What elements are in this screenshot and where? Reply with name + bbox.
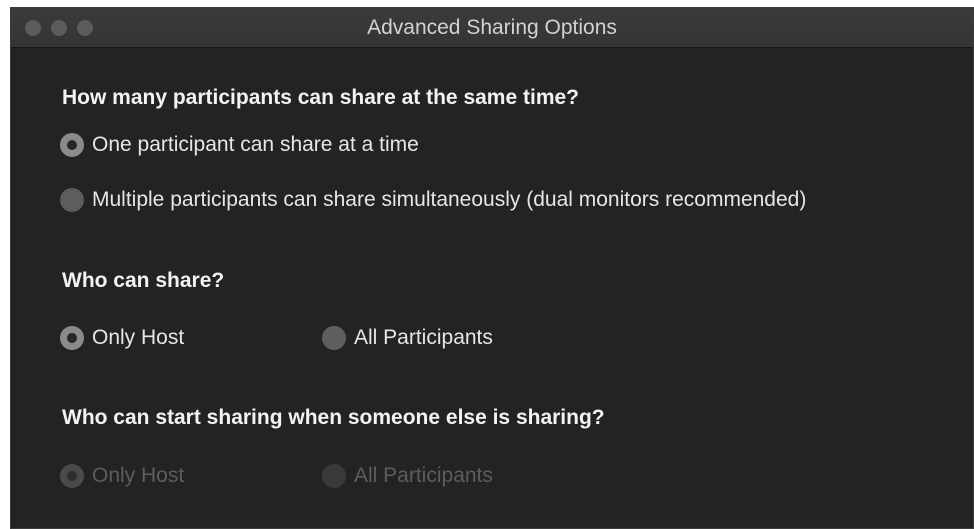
radio-button-selected-disabled [60,464,84,488]
radio-button-unselected[interactable] [322,326,346,350]
radio-button-selected[interactable] [60,133,84,157]
radio-option-multiple-participants[interactable]: Multiple participants can share simultan… [60,188,806,212]
radio-label: Multiple participants can share simultan… [92,188,807,211]
radio-option-one-participant[interactable]: One participant can share at a time [60,133,419,157]
radio-button-unselected[interactable] [60,188,84,212]
sharing-options-content: How many participants can share at the s… [11,48,973,528]
radio-label: All Participants [354,464,493,487]
radio-option-who-can-share-all-participants[interactable]: All Participants [322,326,493,350]
radio-option-who-can-share-only-host[interactable]: Only Host [60,326,184,350]
radio-option-start-sharing-only-host: Only Host [60,464,184,488]
radio-option-start-sharing-all-participants: All Participants [322,464,493,488]
radio-button-selected[interactable] [60,326,84,350]
heading-concurrent-sharing: How many participants can share at the s… [62,86,580,109]
radio-label: All Participants [354,326,493,349]
window-title: Advanced Sharing Options [367,16,617,39]
radio-label: Only Host [92,326,185,349]
advanced-sharing-window: Advanced Sharing Options How many partic… [10,7,974,529]
heading-who-can-share: Who can share? [62,269,225,292]
radio-button-unselected-disabled [322,464,346,488]
title-bar: Advanced Sharing Options [11,8,973,48]
heading-start-sharing-while-sharing: Who can start sharing when someone else … [62,406,605,429]
radio-label: One participant can share at a time [92,133,419,156]
radio-label: Only Host [92,464,185,487]
